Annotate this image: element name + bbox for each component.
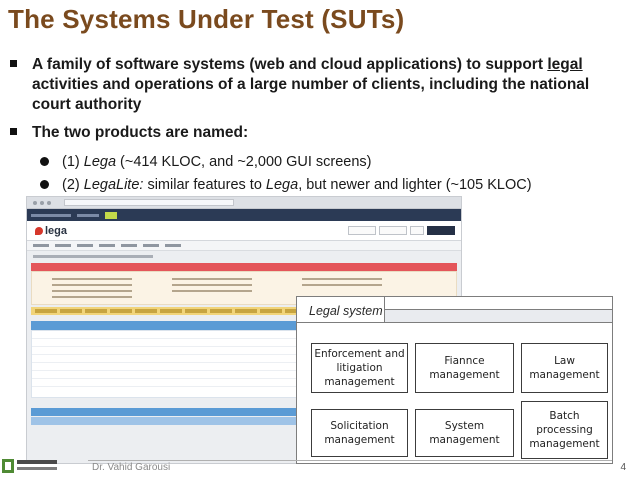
top-bar-badge — [105, 211, 117, 219]
bullet-text-post: activities and operations of a large num… — [32, 76, 590, 113]
bullet-software-family: A family of software systems (web and cl… — [10, 55, 632, 115]
module-solicitation: Solicitation management — [311, 409, 408, 457]
bullet-products: The two products are named: — [10, 123, 632, 143]
window-control-icon — [40, 200, 44, 205]
bullet-text: The two products are named: — [32, 124, 249, 141]
module-system: System management — [415, 409, 514, 457]
sub-bullet-legalite: (2) LegaLite: similar features to Lega, … — [40, 176, 532, 194]
form-row — [172, 278, 252, 280]
record-tab — [60, 309, 82, 313]
app-menu-bar — [27, 241, 461, 251]
menu-item — [143, 244, 159, 247]
form-row — [52, 290, 132, 292]
logo-wordmark — [17, 460, 57, 464]
module-enforcement: Enforcement and litigation management — [311, 343, 408, 393]
product-name-2: Lega — [265, 177, 299, 193]
bullet-text: A family of software systems (web and cl… — [32, 55, 632, 115]
diagram-tab-strip — [385, 309, 612, 323]
form-row — [172, 290, 252, 292]
module-finance: Fiannce management — [415, 343, 514, 393]
window-control-icon — [33, 200, 37, 205]
sub-rest: (~414 KLOC, and ~2,000 GUI screens) — [116, 154, 372, 170]
window-control-icon — [47, 200, 51, 205]
browser-chrome — [27, 197, 461, 209]
square-bullet-icon — [10, 60, 17, 67]
address-bar — [64, 199, 234, 206]
module-law: Law management — [521, 343, 608, 393]
logo-mark-inner — [5, 462, 11, 470]
sub-num: (1) — [62, 154, 84, 170]
header-select — [410, 226, 424, 235]
sub-num: (2) — [62, 177, 84, 193]
logo-wordmark-sub — [17, 467, 57, 470]
header-controls — [348, 226, 455, 235]
lega-logo-icon — [35, 226, 43, 235]
round-bullet-icon — [40, 157, 49, 166]
record-tab — [210, 309, 232, 313]
slide-title: The Systems Under Test (SUTs) — [8, 4, 405, 34]
form-row — [172, 284, 252, 286]
module-batch-processing: Batch processing management — [521, 401, 608, 459]
footer-divider — [88, 460, 612, 461]
lega-logo-text: lega — [45, 224, 68, 237]
record-tab — [110, 309, 132, 313]
record-tab — [160, 309, 182, 313]
top-bar-text — [31, 213, 71, 217]
product-name: Lega — [83, 154, 117, 170]
menu-item — [55, 244, 71, 247]
form-row — [52, 284, 132, 286]
app-top-bar — [27, 209, 461, 221]
record-tab — [260, 309, 282, 313]
app-header: lega — [27, 221, 461, 241]
record-tab — [35, 309, 57, 313]
legal-system-diagram: Legal system Enforcement and litigation … — [296, 296, 613, 464]
top-bar-text — [77, 213, 99, 217]
product-name: LegaLite: — [83, 177, 144, 193]
innova-logo — [427, 226, 455, 235]
form-row — [302, 284, 382, 286]
app-breadcrumb — [27, 251, 461, 261]
menu-item — [33, 244, 49, 247]
menu-item — [165, 244, 181, 247]
bullet-text-underlined: legal — [547, 56, 583, 73]
sub-mid: similar features to — [143, 177, 266, 193]
sub-bullet-text: (1) Lega (~414 KLOC, and ~2,000 GUI scre… — [62, 154, 372, 170]
header-select — [348, 226, 376, 235]
sub-bullet-text: (2) LegaLite: similar features to Lega, … — [62, 177, 532, 193]
header-select — [379, 226, 407, 235]
record-tab — [135, 309, 157, 313]
sub-rest: , but newer and lighter (~105 KLOC) — [298, 177, 532, 193]
author-name: Dr. Vahid Garousi — [92, 462, 171, 473]
bullet-text-pre: A family of software systems (web and cl… — [32, 56, 548, 73]
lega-logo: lega — [35, 225, 67, 237]
university-logo — [2, 457, 60, 477]
sub-bullet-lega: (1) Lega (~414 KLOC, and ~2,000 GUI scre… — [40, 153, 372, 171]
breadcrumb-text — [33, 254, 153, 258]
form-row — [302, 278, 382, 280]
page-number: 4 — [620, 462, 626, 473]
record-header-bar — [31, 263, 457, 271]
form-row — [52, 296, 132, 298]
form-row — [52, 278, 132, 280]
record-tab — [185, 309, 207, 313]
menu-item — [99, 244, 115, 247]
square-bullet-icon — [10, 128, 17, 135]
menu-item — [77, 244, 93, 247]
record-tab — [85, 309, 107, 313]
round-bullet-icon — [40, 180, 49, 189]
record-tab — [235, 309, 257, 313]
diagram-label: Legal system — [309, 304, 383, 318]
menu-item — [121, 244, 137, 247]
